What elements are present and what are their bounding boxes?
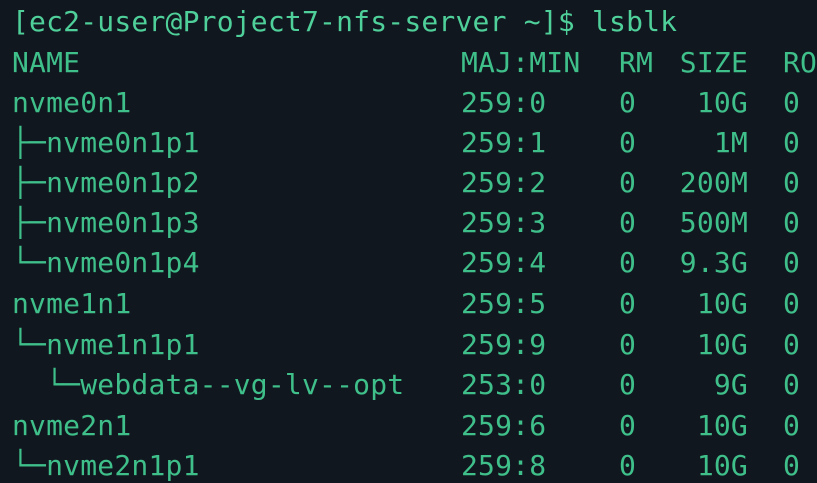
device-row: nvme1n1 259:5 0 10G 0 (12, 284, 817, 324)
device-name: ├─nvme0n1p3 (12, 206, 200, 239)
device-rm: 0 (619, 287, 637, 320)
command-prompt-line: [ec2-user@Project7-nfs-server ~]$ lsblk (12, 5, 678, 38)
device-ro: 0 (783, 126, 801, 159)
header-size: SIZE (679, 46, 748, 79)
device-size: 10G (696, 409, 748, 442)
device-majmin: 259:2 (461, 166, 547, 199)
lsblk-header-row: NAME MAJ:MIN RM SIZE RO (12, 43, 817, 83)
device-rm: 0 (619, 409, 637, 442)
device-row: ├─nvme0n1p2 259:2 0 200M 0 (12, 163, 817, 203)
device-majmin: 259:1 (461, 126, 547, 159)
device-rm: 0 (619, 166, 637, 199)
device-ro: 0 (783, 206, 801, 239)
device-ro: 0 (783, 449, 801, 482)
device-row: └─webdata--vg-lv--opt 253:0 0 9G 0 (12, 365, 817, 405)
header-ro: RO (783, 46, 817, 79)
device-ro: 0 (783, 166, 801, 199)
device-rm: 0 (619, 328, 637, 361)
device-size: 500M (679, 206, 748, 239)
device-majmin: 259:4 (461, 246, 547, 279)
device-majmin: 259:0 (461, 86, 547, 119)
device-rm: 0 (619, 449, 637, 482)
device-row: └─nvme1n1p1 259:9 0 10G 0 (12, 325, 817, 365)
device-size: 9G (713, 368, 748, 401)
device-name: nvme1n1 (12, 287, 132, 320)
device-name: ├─nvme0n1p1 (12, 126, 200, 159)
header-majmin: MAJ:MIN (461, 46, 581, 79)
device-majmin: 259:5 (461, 287, 547, 320)
device-size: 10G (696, 287, 748, 320)
device-rm: 0 (619, 86, 637, 119)
device-majmin: 259:6 (461, 409, 547, 442)
device-majmin: 259:3 (461, 206, 547, 239)
device-size: 200M (679, 166, 748, 199)
device-rm: 0 (619, 368, 637, 401)
device-size: 1M (713, 126, 748, 159)
device-ro: 0 (783, 287, 801, 320)
device-size: 10G (696, 449, 748, 482)
device-row: nvme2n1 259:6 0 10G 0 (12, 406, 817, 446)
device-size: 10G (696, 328, 748, 361)
device-majmin: 259:9 (461, 328, 547, 361)
terminal-window[interactable]: [ec2-user@Project7-nfs-server ~]$ lsblk … (0, 0, 817, 483)
device-row: nvme0n1 259:0 0 10G 0 (12, 83, 817, 123)
device-ro: 0 (783, 328, 801, 361)
device-name: └─nvme1n1p1 (12, 328, 200, 361)
device-name: └─nvme0n1p4 (12, 246, 200, 279)
device-size: 9.3G (679, 246, 748, 279)
device-ro: 0 (783, 368, 801, 401)
device-row: ├─nvme0n1p3 259:3 0 500M 0 (12, 203, 817, 243)
device-ro: 0 (783, 86, 801, 119)
device-name: └─nvme2n1p1 (12, 449, 200, 482)
device-size: 10G (696, 86, 748, 119)
device-row: └─nvme0n1p4 259:4 0 9.3G 0 (12, 243, 817, 283)
device-row: └─nvme2n1p1 259:8 0 10G 0 (12, 446, 817, 483)
device-name: └─webdata--vg-lv--opt (12, 368, 405, 401)
header-rm: RM (619, 46, 654, 79)
device-majmin: 253:0 (461, 368, 547, 401)
header-name: NAME (12, 46, 81, 79)
device-ro: 0 (783, 246, 801, 279)
device-majmin: 259:8 (461, 449, 547, 482)
device-rm: 0 (619, 246, 637, 279)
device-rm: 0 (619, 206, 637, 239)
device-name: ├─nvme0n1p2 (12, 166, 200, 199)
device-name: nvme2n1 (12, 409, 132, 442)
device-rm: 0 (619, 126, 637, 159)
device-ro: 0 (783, 409, 801, 442)
device-name: nvme0n1 (12, 86, 132, 119)
device-row: ├─nvme0n1p1 259:1 0 1M 0 (12, 123, 817, 163)
